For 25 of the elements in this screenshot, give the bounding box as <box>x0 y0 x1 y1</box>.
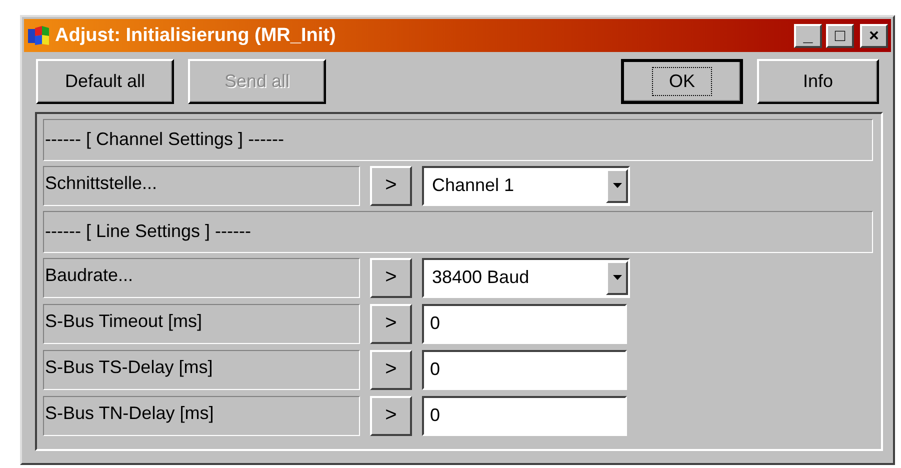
maximize-button[interactable]: □ <box>826 24 854 48</box>
apply-button[interactable]: > <box>370 396 412 436</box>
setting-label: Schnittstelle... <box>43 166 360 206</box>
dropdown-field[interactable]: Channel 1 <box>422 166 630 206</box>
setting-label: S-Bus Timeout [ms] <box>43 304 360 344</box>
setting-label: Baudrate... <box>43 258 360 298</box>
window-title: Adjust: Initialisierung (MR_Init) <box>55 24 337 46</box>
minimize-button[interactable]: _ <box>794 24 822 48</box>
apply-button[interactable]: > <box>370 258 412 298</box>
toolbar-button[interactable]: Default all <box>36 59 174 104</box>
input-field[interactable]: 0 <box>422 396 627 436</box>
close-button[interactable]: × <box>860 24 888 48</box>
app-icon <box>27 24 51 46</box>
toolbar-button[interactable]: OK <box>621 59 743 104</box>
section-header: ------ [ Channel Settings ] ------ <box>43 118 873 160</box>
apply-button[interactable]: > <box>370 350 412 390</box>
toolbar-button[interactable]: Info <box>757 59 879 104</box>
input-field[interactable]: 0 <box>422 350 627 390</box>
section-header: ------ [ Line Settings ] ------ <box>43 210 873 252</box>
apply-button[interactable]: > <box>370 166 412 206</box>
setting-label: S-Bus TS-Delay [ms] <box>43 350 360 390</box>
dropdown-field[interactable]: 38400 Baud <box>422 258 630 298</box>
apply-button[interactable]: > <box>370 304 412 344</box>
input-field[interactable]: 0 <box>422 304 627 344</box>
setting-label: S-Bus TN-Delay [ms] <box>43 396 360 436</box>
